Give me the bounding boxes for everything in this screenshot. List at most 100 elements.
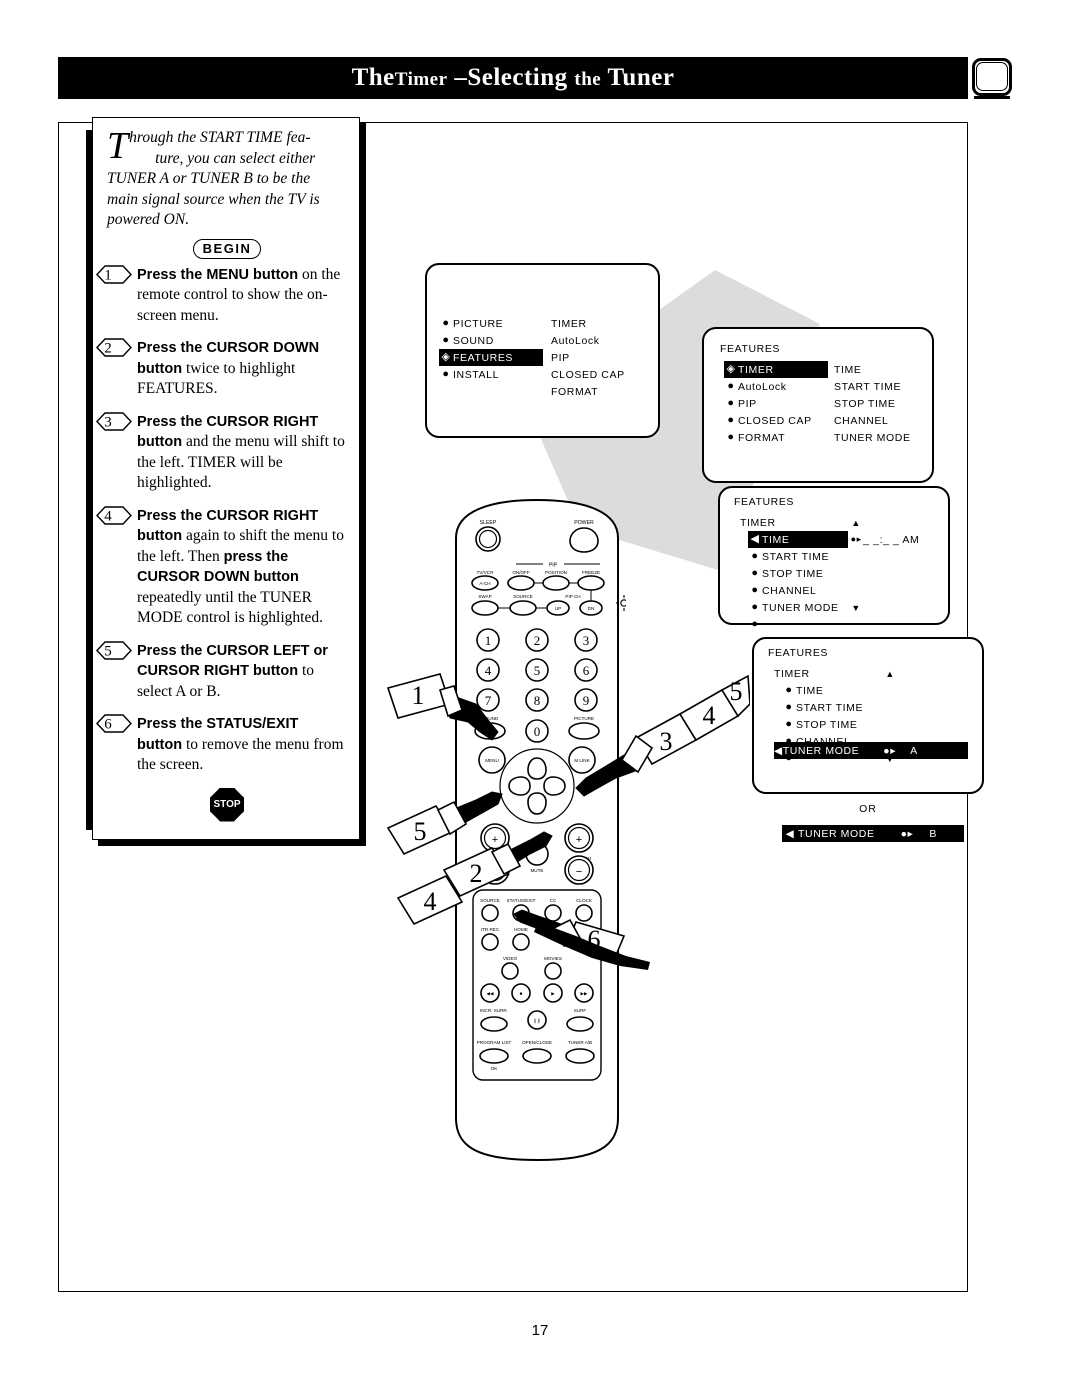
svg-text:2: 2 (104, 341, 112, 357)
bullet-icon: ● (727, 397, 735, 409)
osd2-item-pip[interactable]: ● PIP (724, 395, 828, 412)
adjust-icon: ●▸ (900, 827, 914, 840)
svg-text:UP: UP (555, 606, 561, 611)
or-bar-value: B (929, 827, 938, 840)
intro-paragraph: Through the START TIME fea- ture, you ca… (107, 125, 320, 228)
cursor-pad-icon: ◈ (441, 351, 451, 363)
callout-tag-1: 1 (386, 673, 499, 741)
arrow-up-icon: ▲ (885, 668, 895, 679)
svg-text:3: 3 (660, 727, 673, 756)
callout-hand-lower-left (490, 831, 553, 876)
osd4-item-tuner-mode-highlighted[interactable]: ◀ TUNER MODE ●▸ A (774, 742, 968, 759)
svg-text:6: 6 (104, 717, 112, 733)
svg-text:3: 3 (583, 633, 590, 648)
svg-text:SURF: SURF (574, 1008, 587, 1013)
cursor-pad-icon: ◈ (726, 363, 736, 375)
osd3-time-value-row[interactable]: ●▸ _ _:_ _ AM (849, 531, 938, 548)
osd2-item-closed-cap[interactable]: ● CLOSED CAP (724, 412, 828, 429)
osd2-header: FEATURES (720, 343, 781, 355)
step-1-bold: Press the MENU button (137, 266, 299, 283)
osd3-item-tuner-mode[interactable]: ● TUNER MODE (740, 599, 849, 616)
osd2-sub-start-time: START TIME (834, 380, 902, 393)
page-title-bar: TheTimer –Selecting the Tuner (58, 57, 968, 99)
osd1-item-features-highlighted[interactable]: ◈ FEATURES (439, 349, 543, 366)
osd1-sub-pip: PIP (551, 351, 570, 364)
arrow-left-icon: ◀ (785, 827, 795, 840)
svg-text:PROGRAM LIST: PROGRAM LIST (477, 1040, 512, 1045)
osd-tuner-mode-b-bar[interactable]: ◀ TUNER MODE ●▸ B (782, 825, 964, 842)
stop-badge-label: STOP (210, 787, 244, 822)
osd4-item-time[interactable]: ● TIME (774, 682, 883, 699)
osd2-item-autolock[interactable]: ● AutoLock (724, 378, 828, 395)
svg-text:1: 1 (412, 681, 425, 710)
osd4-subheader: TIMER (774, 667, 810, 680)
svg-text:SLEEP: SLEEP (480, 520, 497, 526)
osd1-item-install[interactable]: ● INSTALL (439, 366, 543, 383)
arrow-left-icon: ◀ (750, 533, 760, 545)
osd1-sub-timer: TIMER (551, 317, 587, 330)
svg-text:A-CH: A-CH (479, 581, 490, 586)
osd2-item-timer-highlighted[interactable]: ◈ TIMER (724, 361, 828, 378)
adjust-icon: ●▸ (850, 534, 862, 544)
callout-hand-mid-left (436, 791, 503, 836)
osd2-item-format[interactable]: ● FORMAT (724, 429, 828, 446)
step-4-rest2: repeatedly until the TUNER MODE control … (137, 588, 323, 627)
step-number-marker-6: 6 (95, 714, 133, 733)
svg-text:2: 2 (534, 633, 541, 648)
page-title: TheTimer –Selecting the Tuner (351, 64, 675, 91)
osd3-time-value: _ _:_ _ AM (863, 533, 920, 546)
svg-text:1: 1 (485, 633, 492, 648)
osd3-item-start-time[interactable]: ● START TIME (740, 548, 849, 565)
svg-text:OPEN/CLOSE: OPEN/CLOSE (522, 1040, 552, 1045)
step-number-marker-5: 5 (95, 640, 133, 660)
bullet-icon: ● (751, 618, 759, 630)
bullet-icon: ● (785, 718, 793, 730)
osd1-item-sound[interactable]: ● SOUND (439, 332, 543, 349)
bullet-icon: ● (442, 334, 450, 346)
svg-text:■: ■ (520, 991, 523, 996)
instruction-step-4: 4 Press the CURSOR RIGHT button again to… (96, 505, 347, 629)
osd3-subheader: TIMER (740, 516, 776, 529)
osd3-scroll-up[interactable]: ▲ (849, 514, 938, 531)
svg-text:▶: ▶ (551, 991, 555, 996)
osd1-sub-format: FORMAT (551, 385, 599, 398)
osd3-item-stop-time[interactable]: ● STOP TIME (740, 565, 849, 582)
arrow-up-icon: ▲ (851, 517, 861, 528)
osd2-sub-tuner-mode: TUNER MODE (834, 431, 911, 444)
step-number-marker-1: 1 (95, 264, 133, 284)
page-number: 17 (531, 1322, 549, 1339)
begin-badge: BEGIN (107, 238, 347, 259)
osd3-header: FEATURES (734, 496, 795, 508)
osd-menu-timer-time: FEATURES TIMER ◀ TIME ● START TIME ● STOP T… (718, 486, 950, 630)
osd3-item-more: ● (740, 616, 849, 633)
osd2-sub-channel: CHANNEL (834, 414, 889, 427)
stop-badge: STOP (107, 787, 347, 822)
osd3-item-time-highlighted[interactable]: ◀ TIME (748, 531, 848, 548)
svg-text:4: 4 (104, 508, 112, 524)
osd4-header: FEATURES (768, 647, 829, 659)
svg-text:5: 5 (730, 677, 743, 706)
osd2-sub-time: TIME (834, 363, 862, 376)
osd4-item-stop-time[interactable]: ● STOP TIME (774, 716, 883, 733)
svg-text:◀◀: ◀◀ (486, 991, 494, 996)
osd-menu-timer-tuner-mode: FEATURES TIMER ● TIME ● START TIME ● STOP T… (752, 637, 984, 794)
instruction-panel: Through the START TIME fea- ture, you ca… (92, 117, 360, 840)
osd3-scroll-down[interactable]: ▼ (849, 599, 938, 616)
osd1-sub-autolock: AutoLock (551, 334, 600, 347)
or-bar-label: TUNER MODE (798, 827, 875, 840)
svg-text:4: 4 (703, 701, 716, 730)
osd1-item-picture[interactable]: ● PICTURE (439, 315, 543, 332)
svg-text:3: 3 (104, 414, 112, 430)
step-number-marker-2: 2 (95, 338, 133, 357)
bullet-icon: ● (727, 431, 735, 443)
instruction-step-3: 3 Press the CURSOR RIGHT button and the … (96, 411, 347, 494)
osd3-item-channel[interactable]: ● CHANNEL (740, 582, 849, 599)
osd4-scroll-up[interactable]: ▲ (883, 665, 972, 682)
svg-text:1: 1 (104, 267, 112, 283)
instruction-step-2: 2 Press the CURSOR DOWN button twice to … (96, 338, 347, 400)
adjust-icon: ●▸ (883, 744, 897, 757)
osd4-tuner-mode-value: A (910, 744, 918, 757)
instruction-step-5: 5 Press the CURSOR LEFT or CURSOR RIGHT … (96, 640, 347, 703)
svg-text:4: 4 (424, 887, 437, 916)
osd4-item-start-time[interactable]: ● START TIME (774, 699, 883, 716)
